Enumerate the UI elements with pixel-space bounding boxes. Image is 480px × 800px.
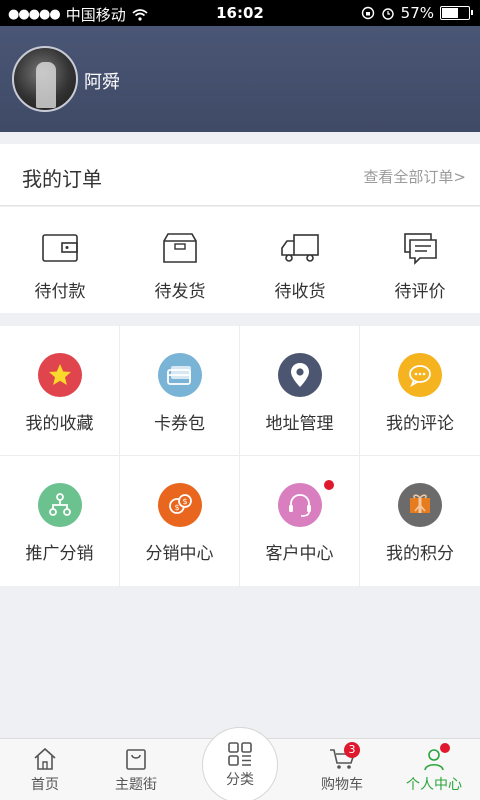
orders-header: 我的订单 查看全部订单> — [0, 144, 480, 206]
service-favorites[interactable]: 我的收藏 — [0, 326, 120, 456]
tab-label: 首页 — [31, 777, 59, 793]
svg-text:$: $ — [174, 503, 179, 512]
service-icon-bg: $ $ — [157, 483, 202, 527]
alarm-icon — [381, 8, 394, 20]
comment-icon — [404, 233, 437, 265]
order-item-label: 待发货 — [154, 282, 206, 302]
service-icon-bg — [37, 353, 82, 397]
service-icon-bg — [37, 483, 82, 527]
notification-dot — [440, 743, 450, 753]
order-item-label: 待评价 — [394, 282, 446, 302]
box-icon — [163, 233, 197, 263]
service-distribution-center[interactable]: $ $ 分销中心 — [120, 456, 240, 586]
service-label: 我的积分 — [386, 544, 454, 564]
battery-icon — [440, 6, 473, 20]
service-label: 客户中心 — [265, 544, 334, 564]
services-grid: 我的收藏 卡券包 地址管理 我的评论 推广分销 $ $ 分销中心 客户中心 我的… — [0, 326, 480, 586]
wallet-icon — [42, 234, 78, 262]
view-all-orders-link[interactable]: 查看全部订单> — [363, 166, 466, 187]
order-pending-receipt[interactable]: 待收货 — [240, 207, 360, 313]
service-icon-bg — [398, 483, 442, 527]
battery-percent: 57% — [400, 4, 434, 22]
service-label: 地址管理 — [265, 414, 334, 434]
coins-icon: $$ — [168, 494, 192, 514]
card-icon — [166, 366, 191, 385]
service-address[interactable]: 地址管理 — [240, 326, 360, 456]
headset-icon — [288, 494, 311, 517]
service-icon-bg — [157, 353, 202, 397]
star-icon — [48, 364, 71, 385]
gift-icon — [410, 494, 430, 513]
home-icon — [34, 747, 56, 770]
cart-badge: 3 — [344, 742, 360, 758]
location-icon — [290, 363, 309, 387]
order-pending-review[interactable]: 待评价 — [360, 207, 480, 313]
service-promotion[interactable]: 推广分销 — [0, 456, 120, 586]
chat-icon — [409, 365, 431, 387]
rotation-lock-icon — [361, 6, 374, 20]
service-label: 我的评论 — [386, 414, 454, 434]
tab-label: 分类 — [226, 772, 254, 788]
truck-icon — [281, 234, 319, 262]
orders-title: 我的订单 — [22, 167, 102, 191]
bag-icon — [126, 749, 146, 770]
bottom-tab-bar: 首页 主题街 分类 3 购物车 个人中心 — [0, 727, 480, 800]
tab-home[interactable]: 首页 — [5, 739, 85, 800]
service-coupons[interactable]: 卡券包 — [120, 326, 240, 456]
service-label: 我的收藏 — [25, 414, 94, 434]
grid-icon — [228, 742, 252, 766]
tab-label: 个人中心 — [406, 777, 462, 793]
service-customer-center[interactable]: 客户中心 — [240, 456, 360, 586]
service-label: 分销中心 — [145, 544, 214, 564]
service-label: 卡券包 — [154, 414, 205, 434]
avatar[interactable] — [12, 46, 78, 112]
service-icon-bg — [277, 483, 322, 527]
tab-label: 主题街 — [115, 777, 157, 793]
tab-theme-street[interactable]: 主题街 — [96, 739, 176, 800]
service-icon-bg — [398, 353, 442, 397]
tab-profile[interactable]: 个人中心 — [394, 739, 474, 800]
service-points[interactable]: 我的积分 — [360, 456, 480, 586]
notification-dot — [324, 480, 334, 490]
tab-cart[interactable]: 3 购物车 — [302, 739, 382, 800]
tab-label: 购物车 — [321, 777, 363, 793]
order-item-label: 待收货 — [274, 282, 326, 302]
org-icon — [48, 493, 71, 516]
status-bar: ●●●●● 中国移动 16:02 57% — [0, 0, 480, 26]
service-icon-bg — [277, 353, 322, 397]
order-pending-shipment[interactable]: 待发货 — [120, 207, 240, 313]
profile-header: 阿舜 — [0, 26, 480, 132]
svg-text:$: $ — [182, 497, 187, 506]
order-status-row: 待付款 待发货 待收货 待评价 — [0, 207, 480, 313]
tab-category[interactable]: 分类 — [202, 727, 278, 800]
service-reviews[interactable]: 我的评论 — [360, 326, 480, 456]
order-pending-payment[interactable]: 待付款 — [0, 207, 120, 313]
order-item-label: 待付款 — [34, 282, 86, 302]
username: 阿舜 — [84, 72, 120, 93]
service-label: 推广分销 — [25, 544, 94, 564]
